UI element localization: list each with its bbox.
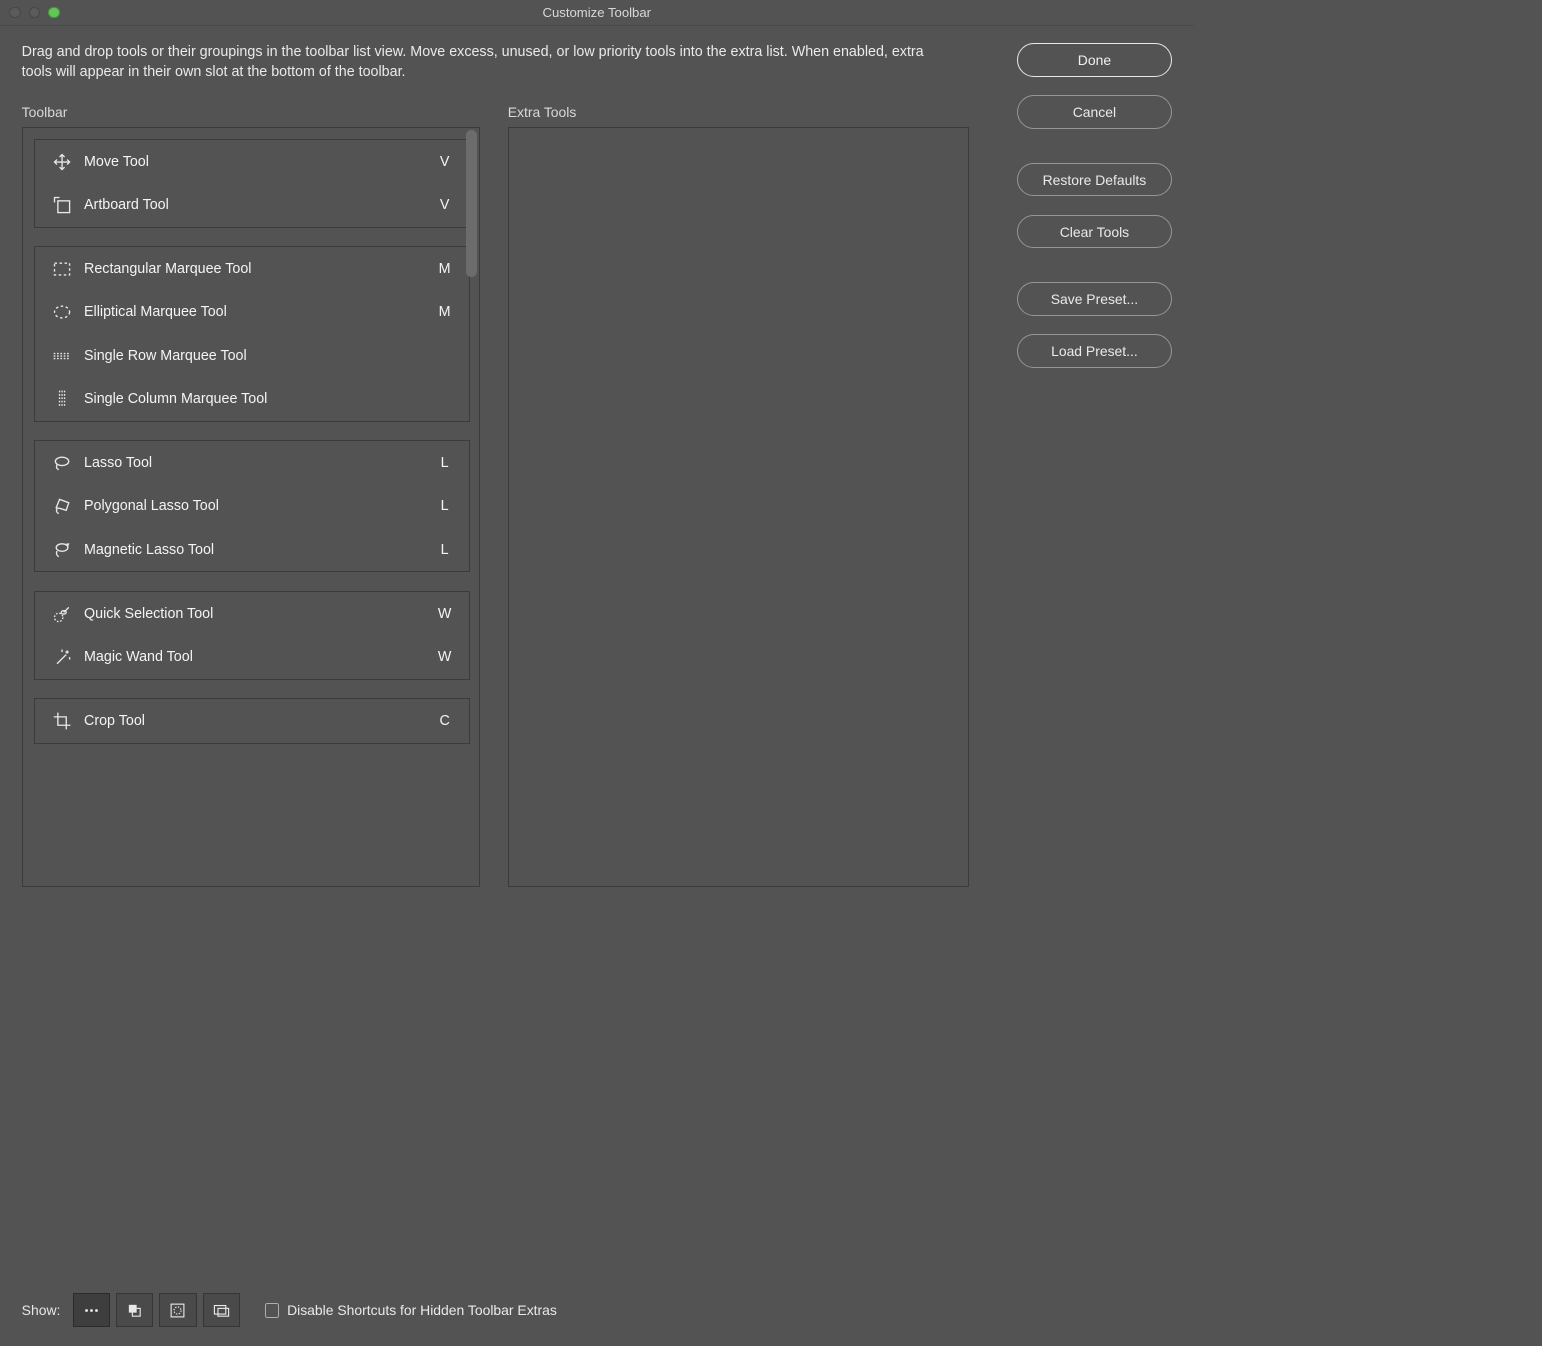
toolbar-list-label: Toolbar [22, 104, 480, 120]
tool-group[interactable]: Crop Tool C [34, 698, 470, 743]
artboard-icon [47, 195, 78, 215]
disable-shortcuts-label: Disable Shortcuts for Hidden Toolbar Ext… [287, 1302, 557, 1318]
dialog-buttons: Done Cancel Restore Defaults Clear Tools… [1002, 43, 1172, 887]
move-icon [47, 152, 78, 172]
fgbg-swatch-icon [126, 1302, 143, 1319]
tool-name: Single Row Marquee Tool [78, 348, 433, 364]
row-marquee-icon [47, 346, 78, 366]
tool-shortcut: L [433, 542, 456, 558]
tool-shortcut: V [433, 197, 456, 213]
tool-row[interactable]: Elliptical Marquee Tool M [35, 291, 469, 334]
tool-name: Elliptical Marquee Tool [78, 304, 433, 320]
save-preset-button[interactable]: Save Preset... [1017, 282, 1172, 315]
screenmode-icon [213, 1302, 230, 1319]
done-button[interactable]: Done [1017, 43, 1172, 76]
window-title: Customize Toolbar [0, 5, 1194, 20]
tool-name: Quick Selection Tool [78, 606, 433, 622]
ellipsis-toggle[interactable] [73, 1293, 110, 1327]
tool-name: Artboard Tool [78, 197, 433, 213]
cancel-button[interactable]: Cancel [1017, 95, 1172, 128]
restore-defaults-button[interactable]: Restore Defaults [1017, 163, 1172, 196]
lasso-icon [47, 453, 78, 473]
screenmode-toggle[interactable] [203, 1293, 240, 1327]
close-window-button[interactable] [9, 7, 21, 19]
disable-shortcuts-checkbox-row[interactable]: Disable Shortcuts for Hidden Toolbar Ext… [265, 1302, 557, 1318]
poly-lasso-icon [47, 496, 78, 516]
tool-row[interactable]: Move Tool V [35, 140, 469, 183]
tool-shortcut: L [433, 498, 456, 514]
clear-tools-button[interactable]: Clear Tools [1017, 215, 1172, 248]
tool-shortcut: C [433, 713, 456, 729]
fgbg-swatch-toggle[interactable] [116, 1293, 153, 1327]
tool-group[interactable]: Move Tool V Artboard Tool V [34, 139, 470, 228]
tool-shortcut: M [433, 261, 456, 277]
load-preset-button[interactable]: Load Preset... [1017, 334, 1172, 367]
tool-row[interactable]: Polygonal Lasso Tool L [35, 485, 469, 528]
tool-row[interactable]: Artboard Tool V [35, 184, 469, 227]
tool-name: Polygonal Lasso Tool [78, 498, 433, 514]
tool-name: Magic Wand Tool [78, 649, 433, 665]
window-controls [0, 7, 60, 19]
tool-name: Lasso Tool [78, 455, 433, 471]
tool-row[interactable]: Crop Tool C [35, 699, 469, 742]
tool-shortcut: L [433, 455, 456, 471]
dialog-footer: Show: Disable Shortcuts for Hidden Toolb… [0, 1281, 1542, 1346]
mag-lasso-icon [47, 540, 78, 560]
rect-marquee-icon [47, 259, 78, 279]
tool-row[interactable]: Lasso Tool L [35, 441, 469, 484]
quickmask-icon [169, 1302, 186, 1319]
extras-list-label: Extra Tools [508, 104, 969, 120]
tool-row[interactable]: Magnetic Lasso Tool L [35, 528, 469, 571]
col-marquee-icon [47, 389, 78, 409]
instructions-text: Drag and drop tools or their groupings i… [22, 43, 951, 82]
tool-shortcut: W [433, 606, 456, 622]
tool-row[interactable]: Quick Selection Tool W [35, 592, 469, 635]
tool-name: Crop Tool [78, 713, 433, 729]
magic-wand-icon [47, 647, 78, 667]
tool-row[interactable]: Single Row Marquee Tool [35, 334, 469, 377]
minimize-window-button[interactable] [29, 7, 41, 19]
tool-group[interactable]: Quick Selection Tool W Magic Wand Tool W [34, 591, 470, 680]
tool-row[interactable]: Rectangular Marquee Tool M [35, 247, 469, 290]
titlebar: Customize Toolbar [0, 0, 1194, 26]
tool-shortcut: M [433, 304, 456, 320]
tool-group[interactable]: Rectangular Marquee Tool M Elliptical Ma… [34, 246, 470, 421]
show-label: Show: [22, 1302, 61, 1318]
tool-name: Rectangular Marquee Tool [78, 261, 433, 277]
crop-icon [47, 711, 78, 731]
tool-name: Magnetic Lasso Tool [78, 542, 433, 558]
tool-group[interactable]: Lasso Tool L Polygonal Lasso Tool L Magn… [34, 440, 470, 572]
disable-shortcuts-checkbox[interactable] [265, 1303, 280, 1318]
tool-name: Move Tool [78, 154, 433, 170]
extras-list[interactable] [508, 127, 969, 887]
tool-row[interactable]: Magic Wand Tool W [35, 635, 469, 678]
tool-row[interactable]: Single Column Marquee Tool [35, 377, 469, 420]
ellipsis-icon [83, 1302, 100, 1319]
toolbar-list[interactable]: Move Tool V Artboard Tool V Rectangular … [22, 127, 480, 887]
ellipse-marquee-icon [47, 302, 78, 322]
zoom-window-button[interactable] [48, 7, 60, 19]
tool-shortcut: W [433, 649, 456, 665]
scrollbar-thumb[interactable] [466, 130, 478, 277]
quick-select-icon [47, 604, 78, 624]
tool-name: Single Column Marquee Tool [78, 391, 433, 407]
tool-shortcut: V [433, 154, 456, 170]
quickmask-toggle[interactable] [159, 1293, 196, 1327]
